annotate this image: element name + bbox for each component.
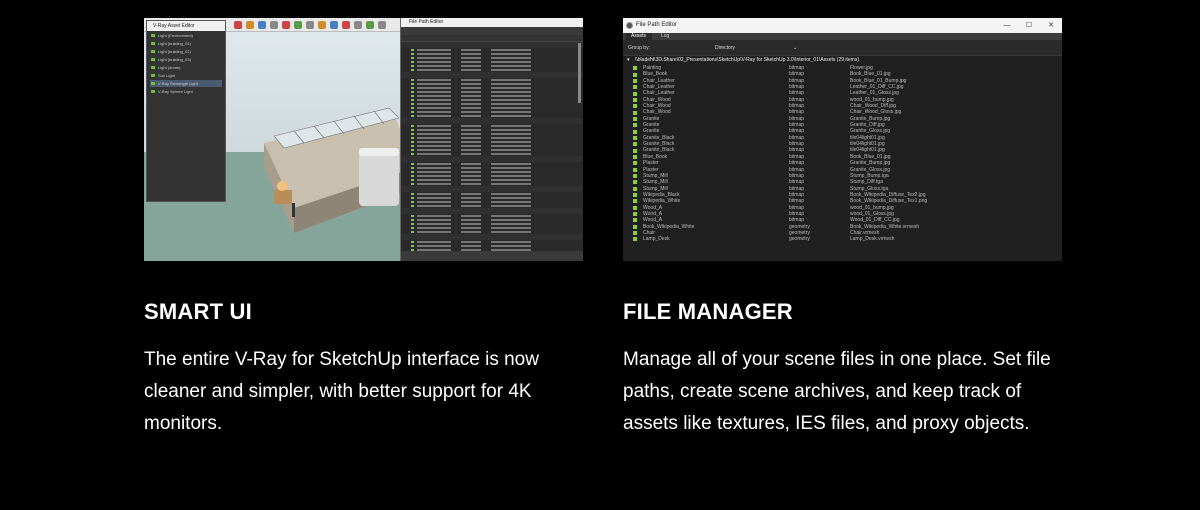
small-editor-row[interactable]	[411, 230, 583, 234]
asset-checkbox[interactable]	[633, 85, 637, 90]
outliner-item[interactable]: Sun Light	[150, 72, 222, 79]
asset-name: Lamp_Desk	[643, 236, 670, 243]
small-editor-footer	[401, 251, 583, 261]
outliner-item[interactable]: Light (building_02)	[150, 48, 222, 55]
asset-checkbox[interactable]	[633, 123, 637, 128]
file-manager-screenshot: File Path Editor — ☐ ✕ Assets Log Group …	[623, 18, 1062, 261]
asset-checkbox[interactable]	[633, 116, 637, 121]
outliner-item[interactable]: V-Ray Sphere Light	[150, 88, 222, 95]
asset-checkbox[interactable]	[633, 78, 637, 83]
asset-checkbox[interactable]	[633, 167, 637, 172]
file-path-editor-window: File Path Editor — ☐ ✕ Assets Log Group …	[623, 18, 1062, 261]
small-editor-row[interactable]	[411, 152, 583, 156]
asset-type: geometry	[789, 236, 810, 243]
asset-checkbox[interactable]	[633, 205, 637, 210]
asset-checkbox[interactable]	[633, 97, 637, 102]
vray-asset-outliner: V-Ray Asset Editor Light (Environment) L…	[146, 20, 226, 202]
asset-checkbox[interactable]	[633, 91, 637, 96]
minimize-icon[interactable]: —	[996, 18, 1018, 33]
feature-heading-file-manager: FILE MANAGER	[623, 299, 793, 324]
feature-description-smart-ui: The entire V-Ray for SketchUp interface …	[144, 349, 539, 434]
asset-checkbox[interactable]	[633, 237, 637, 242]
asset-checkbox[interactable]	[633, 110, 637, 115]
vray-app-icon	[626, 22, 633, 29]
outliner-item[interactable]: V-Ray Rectangle Light	[150, 80, 222, 87]
small-editor-row[interactable]	[411, 114, 583, 118]
asset-checkbox[interactable]	[633, 148, 637, 153]
small-editor-tabs	[401, 27, 583, 35]
outliner-item[interactable]: Light (dome)	[150, 64, 222, 71]
small-editor-row[interactable]	[411, 68, 583, 72]
chevron-down-icon[interactable]: ⌄	[793, 44, 797, 52]
small-editor-row[interactable]	[411, 204, 583, 208]
group-by-bar: Group by: Directory ⌄	[623, 40, 1062, 56]
chevron-down-icon[interactable]: ▾	[627, 56, 630, 65]
feature-heading-smart-ui: SMART UI	[144, 299, 252, 324]
tab-assets[interactable]: Assets	[625, 33, 653, 40]
asset-checkbox[interactable]	[633, 218, 637, 223]
asset-checkbox[interactable]	[633, 66, 637, 71]
asset-checkbox[interactable]	[633, 199, 637, 204]
table-row[interactable]: Lamp_Desk geometry Lamp_Desk.vrmesh	[623, 236, 1062, 242]
asset-list: Painting bitmap Flower.jpg Blue_Book bitmap B…	[623, 65, 1062, 243]
asset-checkbox[interactable]	[633, 180, 637, 185]
asset-checkbox[interactable]	[633, 129, 637, 134]
feature-description-file-manager: Manage all of your scene files in one pl…	[623, 349, 1051, 434]
asset-checkbox[interactable]	[633, 212, 637, 217]
small-editor-row[interactable]	[411, 182, 583, 186]
small-editor-title: File Path Editor	[401, 18, 583, 27]
asset-checkbox[interactable]	[633, 186, 637, 191]
asset-checkbox[interactable]	[633, 104, 637, 109]
asset-checkbox[interactable]	[633, 155, 637, 159]
outliner-item[interactable]: Light (Environment)	[150, 32, 222, 39]
asset-file: Lamp_Desk.vrmesh	[850, 236, 895, 243]
asset-checkbox[interactable]	[633, 142, 637, 147]
asset-checkbox[interactable]	[633, 161, 637, 166]
asset-checkbox[interactable]	[633, 135, 637, 140]
window-titlebar: File Path Editor — ☐ ✕	[623, 18, 1062, 33]
editor-tabs: Assets Log	[623, 33, 1062, 40]
outliner-item[interactable]: Light (building_03)	[150, 56, 222, 63]
file-path-editor-small: File Path Editor	[400, 18, 583, 261]
smart-ui-screenshot: V-Ray Asset Editor Light (Environment) L…	[144, 18, 583, 261]
asset-checkbox[interactable]	[633, 174, 637, 179]
asset-checkbox[interactable]	[633, 193, 637, 198]
asset-checkbox[interactable]	[633, 224, 637, 229]
tab-log[interactable]: Log	[655, 33, 675, 40]
outliner-item[interactable]: Light (building_01)	[150, 40, 222, 47]
group-by-select[interactable]: Directory	[715, 44, 801, 52]
group-by-label: Group by:	[628, 45, 650, 51]
window-title: File Path Editor	[636, 22, 678, 28]
maximize-icon[interactable]: ☐	[1018, 18, 1040, 33]
close-icon[interactable]: ✕	[1040, 18, 1062, 33]
small-editor-rows	[401, 42, 583, 252]
folder-row[interactable]: ▾ \\bladeht\3D.Share\02_Presentations\Sk…	[623, 56, 1062, 65]
asset-checkbox[interactable]	[633, 231, 637, 236]
asset-checkbox[interactable]	[633, 72, 637, 77]
folder-path: \\bladeht\3D.Share\02_Presentations\Sket…	[635, 57, 860, 63]
small-editor-scrollbar[interactable]	[578, 43, 581, 103]
outliner-title: V-Ray Asset Editor	[147, 21, 225, 31]
small-editor-group-bar	[401, 35, 583, 42]
